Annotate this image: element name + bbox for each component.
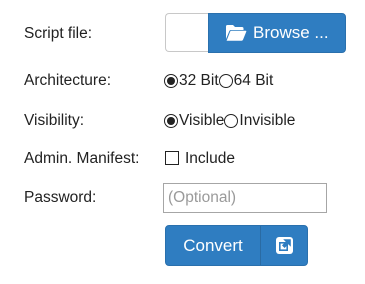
radio-visible[interactable] bbox=[164, 114, 178, 128]
radio-invisible-label: Invisible bbox=[239, 112, 296, 129]
radio-32bit-label: 32 Bit bbox=[179, 72, 219, 89]
folder-open-icon bbox=[225, 24, 247, 42]
visibility-radio-group: Visible Invisible bbox=[164, 111, 295, 131]
password-label: Password: bbox=[24, 189, 97, 206]
browse-button[interactable]: Browse ... bbox=[208, 13, 346, 53]
admin-manifest-label: Admin. Manifest: bbox=[24, 150, 140, 167]
script-file-display[interactable] bbox=[165, 13, 208, 52]
architecture-radio-group: 32 Bit 64 Bit bbox=[164, 71, 273, 91]
browse-button-label: Browse ... bbox=[253, 23, 329, 42]
radio-32bit[interactable] bbox=[164, 74, 178, 88]
architecture-label: Architecture: bbox=[24, 72, 112, 89]
include-label: Include bbox=[185, 150, 235, 167]
radio-visible-label: Visible bbox=[179, 112, 225, 129]
radio-invisible[interactable] bbox=[224, 114, 239, 128]
convert-button-label: Convert bbox=[183, 235, 243, 255]
visibility-label: Visibility: bbox=[24, 112, 85, 129]
include-manifest-checkbox[interactable] bbox=[165, 151, 179, 165]
script-file-label: Script file: bbox=[24, 25, 93, 42]
password-input[interactable] bbox=[163, 183, 327, 213]
external-link-icon bbox=[261, 226, 307, 265]
convert-button[interactable]: Convert bbox=[165, 225, 308, 266]
radio-64bit-label: 64 Bit bbox=[233, 72, 274, 89]
radio-64bit[interactable] bbox=[218, 74, 233, 88]
